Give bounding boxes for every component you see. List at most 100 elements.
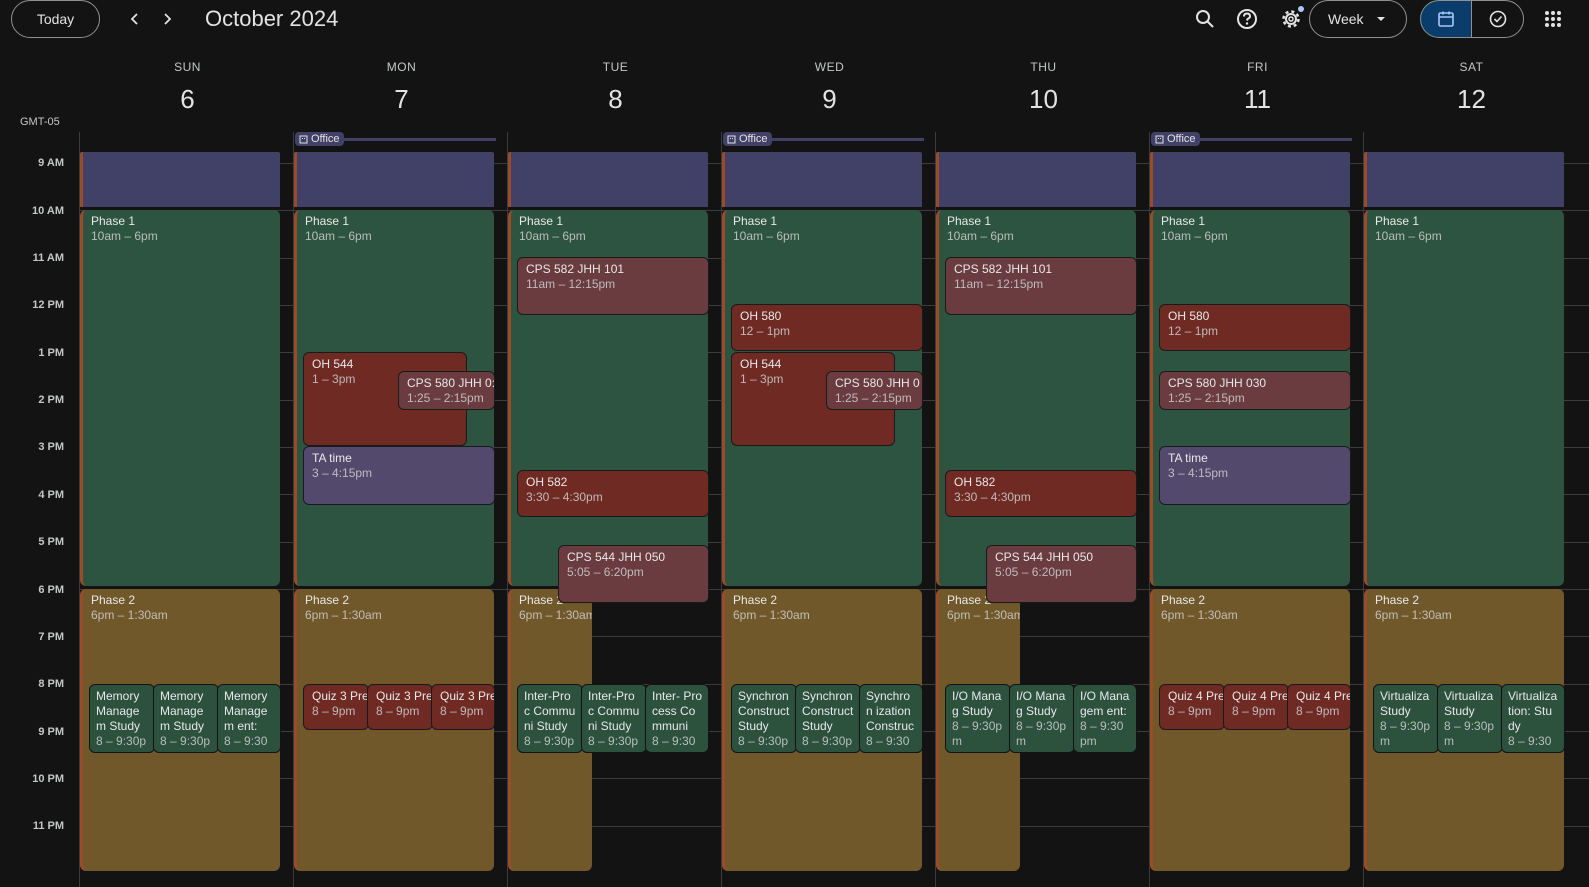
event-time: 8 – 9pm bbox=[312, 704, 356, 718]
morning-block-mon[interactable] bbox=[294, 152, 494, 207]
hour-label: 6 PM bbox=[38, 584, 64, 596]
day-header-wed[interactable]: WED 9 bbox=[721, 60, 938, 115]
event-time: 8 – 9pm bbox=[1296, 704, 1340, 718]
morning-block-fri[interactable] bbox=[1150, 152, 1350, 207]
event-quiz-fri-1[interactable]: Quiz 4 Pre 8 – 9pm bbox=[1159, 684, 1225, 730]
day-header-sun[interactable]: SUN 6 bbox=[79, 60, 296, 115]
day-name: FRI bbox=[1247, 60, 1268, 74]
event-title: CPS 544 JHH 050 bbox=[567, 550, 666, 564]
event-study-thu-2[interactable]: I/O Manag Study 8 – 9:30pm bbox=[1009, 684, 1075, 753]
event-time: 12 – 1pm bbox=[740, 324, 791, 338]
event-cps580-mon[interactable]: CPS 580 JHH 0: 1:25 – 2:15pm bbox=[398, 371, 495, 410]
event-study-sun-3[interactable]: Memory Managem ent:8 – 9:30pm bbox=[217, 684, 281, 753]
event-study-wed-1[interactable]: Synchron Construct Study8 – 9:30pm bbox=[731, 684, 797, 753]
event-study-sat-1[interactable]: Virtualiza Study 8 – 9:30pm bbox=[1373, 684, 1439, 753]
day-header-mon[interactable]: MON 7 bbox=[293, 60, 510, 115]
calendar-view-toggle[interactable] bbox=[1420, 0, 1472, 38]
event-quiz-fri-3[interactable]: Quiz 4 Pre 8 – 9pm bbox=[1287, 684, 1351, 730]
event-oh580-wed[interactable]: OH 580 12 – 1pm bbox=[731, 304, 923, 351]
event-phase2-mon[interactable]: Phase 2 6pm – 1:30am bbox=[294, 589, 494, 871]
event-oh582-tue[interactable]: OH 582 3:30 – 4:30pm bbox=[517, 470, 709, 517]
event-time: 8 – 9:30pm bbox=[738, 734, 789, 752]
event-cps544-thu[interactable]: CPS 544 JHH 050 5:05 – 6:20pm bbox=[986, 545, 1137, 603]
day-name: TUE bbox=[602, 60, 629, 74]
event-title: Phase 1 bbox=[519, 214, 564, 228]
event-cps582-tue[interactable]: CPS 582 JHH 101 11am – 12:15pm bbox=[517, 257, 709, 315]
event-study-tue-1[interactable]: Inter-Proc Communi Study8 – 9:30pm bbox=[517, 684, 583, 753]
morning-block-thu[interactable] bbox=[936, 152, 1136, 207]
event-title: TA time bbox=[1168, 451, 1208, 465]
event-study-sat-2[interactable]: Virtualiza Study 8 – 9:30pm bbox=[1437, 684, 1503, 753]
previous-week-button[interactable] bbox=[119, 3, 151, 35]
office-location-wed[interactable]: Office bbox=[723, 132, 924, 146]
event-study-sun-2[interactable]: Memory Managem Study8 – 9:30pm bbox=[153, 684, 219, 753]
event-title: Phase 1 bbox=[305, 214, 350, 228]
event-cps582-thu[interactable]: CPS 582 JHH 101 11am – 12:15pm bbox=[945, 257, 1137, 315]
event-cps544-tue[interactable]: CPS 544 JHH 050 5:05 – 6:20pm bbox=[558, 545, 709, 603]
event-study-wed-2[interactable]: Synchron Construct Study8 – 9:30pm bbox=[795, 684, 861, 753]
event-ta-time-mon[interactable]: TA time 3 – 4:15pm bbox=[303, 446, 495, 505]
office-location-fri[interactable]: Office bbox=[1151, 132, 1352, 146]
event-quiz-fri-2[interactable]: Quiz 4 Pre 8 – 9pm bbox=[1223, 684, 1289, 730]
event-oh582-thu[interactable]: OH 582 3:30 – 4:30pm bbox=[945, 470, 1137, 517]
event-quiz-mon-3[interactable]: Quiz 3 Pre 8 – 9pm bbox=[431, 684, 495, 730]
day-number: 11 bbox=[1244, 84, 1271, 114]
event-study-thu-3[interactable]: I/O Managem ent: 8 – 9:30pm bbox=[1073, 684, 1137, 753]
event-quiz-mon-2[interactable]: Quiz 3 Pre 8 – 9pm bbox=[367, 684, 433, 730]
morning-block-wed[interactable] bbox=[722, 152, 922, 207]
day-header-fri[interactable]: FRI 11 bbox=[1149, 60, 1366, 115]
event-time: 8 – 9:30pm bbox=[1508, 734, 1552, 752]
event-ta-time-fri[interactable]: TA time 3 – 4:15pm bbox=[1159, 446, 1351, 505]
event-title: Phase 1 bbox=[91, 214, 136, 228]
event-cps580-fri[interactable]: CPS 580 JHH 030 1:25 – 2:15pm bbox=[1159, 371, 1351, 410]
event-title: Inter-Proc Communi Study bbox=[588, 689, 640, 733]
search-button[interactable] bbox=[1189, 3, 1221, 35]
event-cps580-wed[interactable]: CPS 580 JHH 0 1:25 – 2:15pm bbox=[826, 371, 923, 410]
office-location-mon[interactable]: Office bbox=[295, 132, 496, 146]
view-selector-button[interactable]: Week bbox=[1309, 0, 1407, 38]
event-study-wed-3[interactable]: Synchron ization Construc8 – 9:30pm bbox=[859, 684, 923, 753]
event-study-sun-1[interactable]: Memory Managem Study8 – 9:30pm bbox=[89, 684, 155, 753]
event-study-tue-3[interactable]: Inter- Process Communi8 – 9:30pm bbox=[645, 684, 709, 753]
event-title: Synchron ization Construc bbox=[866, 689, 915, 733]
event-phase2-fri[interactable]: Phase 2 6pm – 1:30am bbox=[1150, 589, 1350, 871]
event-time: 6pm – 1:30am bbox=[305, 608, 382, 622]
calendar-icon bbox=[1438, 11, 1454, 27]
event-study-tue-2[interactable]: Inter-Proc Communi Study8 – 9:30pm bbox=[581, 684, 647, 753]
help-button[interactable] bbox=[1231, 3, 1263, 35]
morning-block-sun[interactable] bbox=[80, 152, 280, 207]
hour-label: 7 PM bbox=[38, 631, 64, 643]
settings-button[interactable] bbox=[1275, 3, 1307, 35]
apps-button[interactable] bbox=[1537, 3, 1569, 35]
event-study-sat-3[interactable]: Virtualiza tion: Study8 – 9:30pm bbox=[1501, 684, 1565, 753]
event-time: 11am – 12:15pm bbox=[954, 277, 1044, 291]
event-phase1-sun[interactable]: Phase 1 10am – 6pm bbox=[80, 210, 280, 586]
event-time: 6pm – 1:30am bbox=[947, 608, 1020, 622]
day-header-thu[interactable]: THU 10 bbox=[935, 60, 1152, 115]
event-time: 6pm – 1:30am bbox=[91, 608, 168, 622]
event-time: 8 – 9:30pm bbox=[1444, 719, 1495, 748]
event-phase1-sat[interactable]: Phase 1 10am – 6pm bbox=[1364, 210, 1564, 586]
event-title: Virtualiza Study bbox=[1444, 689, 1494, 718]
event-time: 10am – 6pm bbox=[1375, 229, 1442, 243]
morning-block-tue[interactable] bbox=[508, 152, 708, 207]
event-time: 1:25 – 2:15pm bbox=[407, 391, 484, 405]
event-quiz-mon-1[interactable]: Quiz 3 Pre 8 – 9pm bbox=[303, 684, 369, 730]
event-study-thu-1[interactable]: I/O Manag Study 8 – 9:30pm bbox=[945, 684, 1011, 753]
tasks-view-toggle[interactable] bbox=[1471, 0, 1524, 38]
day-number: 12 bbox=[1457, 84, 1486, 114]
morning-block-sat[interactable] bbox=[1364, 152, 1564, 207]
event-time: 1:25 – 2:15pm bbox=[835, 391, 912, 405]
office-label: Office bbox=[739, 133, 768, 145]
day-header-sat[interactable]: SAT 12 bbox=[1363, 60, 1580, 115]
event-title: CPS 580 JHH 0: bbox=[407, 376, 495, 390]
event-title: Inter- Process Communi bbox=[652, 689, 703, 733]
event-title: Phase 1 bbox=[1161, 214, 1206, 228]
event-title: OH 580 bbox=[1168, 309, 1210, 323]
today-button[interactable]: Today bbox=[11, 0, 100, 38]
event-title: I/O Manag Study bbox=[952, 689, 1002, 718]
next-week-button[interactable] bbox=[151, 3, 183, 35]
day-header-tue[interactable]: TUE 8 bbox=[507, 60, 724, 115]
event-oh580-fri[interactable]: OH 580 12 – 1pm bbox=[1159, 304, 1351, 351]
event-title: Phase 2 bbox=[1161, 593, 1206, 607]
